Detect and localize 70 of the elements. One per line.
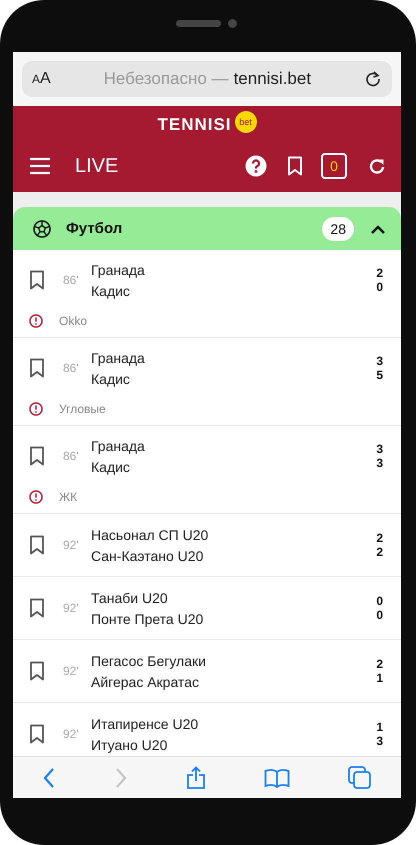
score: 3 [376, 456, 383, 470]
match-minute: 92' [63, 601, 80, 615]
score: 3 [376, 734, 383, 748]
back-icon[interactable] [42, 766, 56, 788]
market-note: Okko [59, 314, 88, 328]
score: 1 [376, 671, 383, 685]
share-icon[interactable] [186, 766, 206, 790]
score: 2 [376, 657, 383, 671]
bookmark-icon[interactable] [29, 358, 45, 378]
section-title: Футбол [66, 220, 124, 237]
speaker-slot [176, 20, 221, 27]
bookmark-icon[interactable] [29, 661, 45, 681]
score: 3 [376, 354, 383, 368]
score: 1 [376, 720, 383, 734]
match-minute: 86' [63, 449, 80, 463]
bookmark-icon[interactable] [29, 270, 45, 290]
team-name: Кадис [91, 282, 131, 298]
address-bar[interactable]: AA Небезопасно — tennisi.bet [22, 61, 392, 97]
team-name: Кадис [91, 370, 131, 386]
reload-icon[interactable] [364, 70, 382, 88]
market-note: ЖК [59, 490, 78, 504]
team-name: Танаби U20 [91, 590, 169, 606]
alert-icon [29, 490, 43, 504]
event-count: 28 [322, 216, 354, 240]
camera-dot [228, 19, 237, 28]
team-name: Кадис [91, 458, 131, 474]
score: 2 [376, 545, 383, 559]
score: 0 [376, 594, 383, 608]
team-name: Сан-Каэтано U20 [91, 548, 204, 564]
score: 2 [376, 266, 383, 280]
team-name: Гранада [91, 350, 146, 366]
team-name: Гранада [91, 262, 146, 278]
bookmark-icon[interactable] [29, 724, 45, 744]
team-name: Пегасос Бегулаки [91, 652, 207, 668]
match-minute: 92' [63, 664, 80, 678]
chevron-up-icon[interactable] [370, 222, 386, 234]
score: 0 [376, 280, 383, 294]
section-header[interactable]: Футбол 28 [13, 207, 401, 250]
score: 2 [376, 531, 383, 545]
menu-icon[interactable] [29, 157, 51, 175]
bookmark-icon[interactable] [29, 598, 45, 618]
help-icon[interactable] [245, 155, 267, 177]
team-name: Гранада [91, 438, 146, 454]
book-icon[interactable] [264, 768, 290, 788]
team-name: Айгерас Акратас [91, 674, 200, 690]
match-minute: 86' [63, 273, 80, 287]
match-minute: 92' [63, 727, 80, 741]
match-minute: 92' [63, 538, 80, 552]
logo-badge: bet [234, 111, 257, 133]
bookmark-icon[interactable] [29, 446, 45, 466]
score: 3 [376, 442, 383, 456]
logo-text: TENNISI [157, 115, 232, 135]
score: 5 [376, 368, 383, 382]
security-label: Небезопасно — [104, 69, 229, 89]
team-name: Понте Прета U20 [91, 610, 204, 626]
domain-text: tennisi.bet [234, 69, 312, 89]
betslip-counter[interactable]: 0 [321, 153, 347, 179]
text-size-button[interactable]: AA [32, 70, 51, 88]
team-name: Итапиренсе U20 [91, 716, 200, 732]
market-note: Угловые [59, 402, 106, 416]
football-icon [33, 220, 51, 238]
tabs-icon[interactable] [348, 766, 372, 790]
page-title: LIVE [75, 154, 120, 178]
team-name: Насьонал СП U20 [91, 526, 210, 542]
score: 0 [376, 608, 383, 622]
alert-icon [29, 314, 43, 328]
bookmark-icon[interactable] [29, 535, 45, 555]
match-minute: 86' [63, 361, 80, 375]
team-name: Итуано U20 [91, 736, 168, 752]
alert-icon [29, 402, 43, 416]
